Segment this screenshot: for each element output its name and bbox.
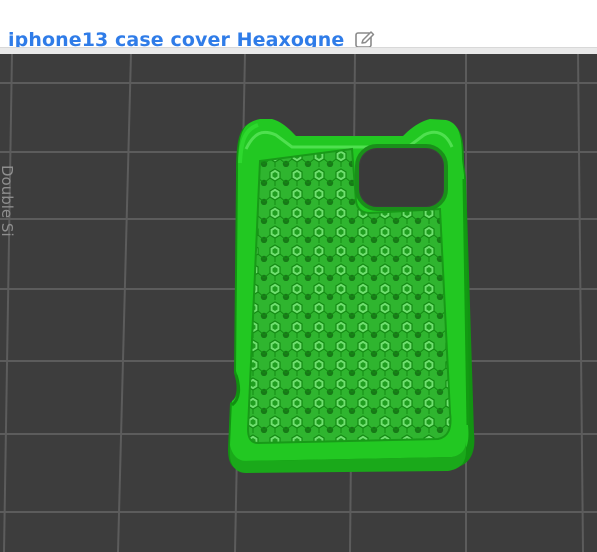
3d-viewport[interactable] [0,53,597,552]
side-panel-label: Double Si [0,165,16,237]
phone-case-model[interactable] [228,119,475,473]
project-title-bar: iphone13 case cover Heaxogne [0,0,597,54]
toolbar-strip [0,47,597,54]
build-plate-scene [0,53,597,552]
slicer-window: iphone13 case cover Heaxogne Double Si [0,0,597,552]
